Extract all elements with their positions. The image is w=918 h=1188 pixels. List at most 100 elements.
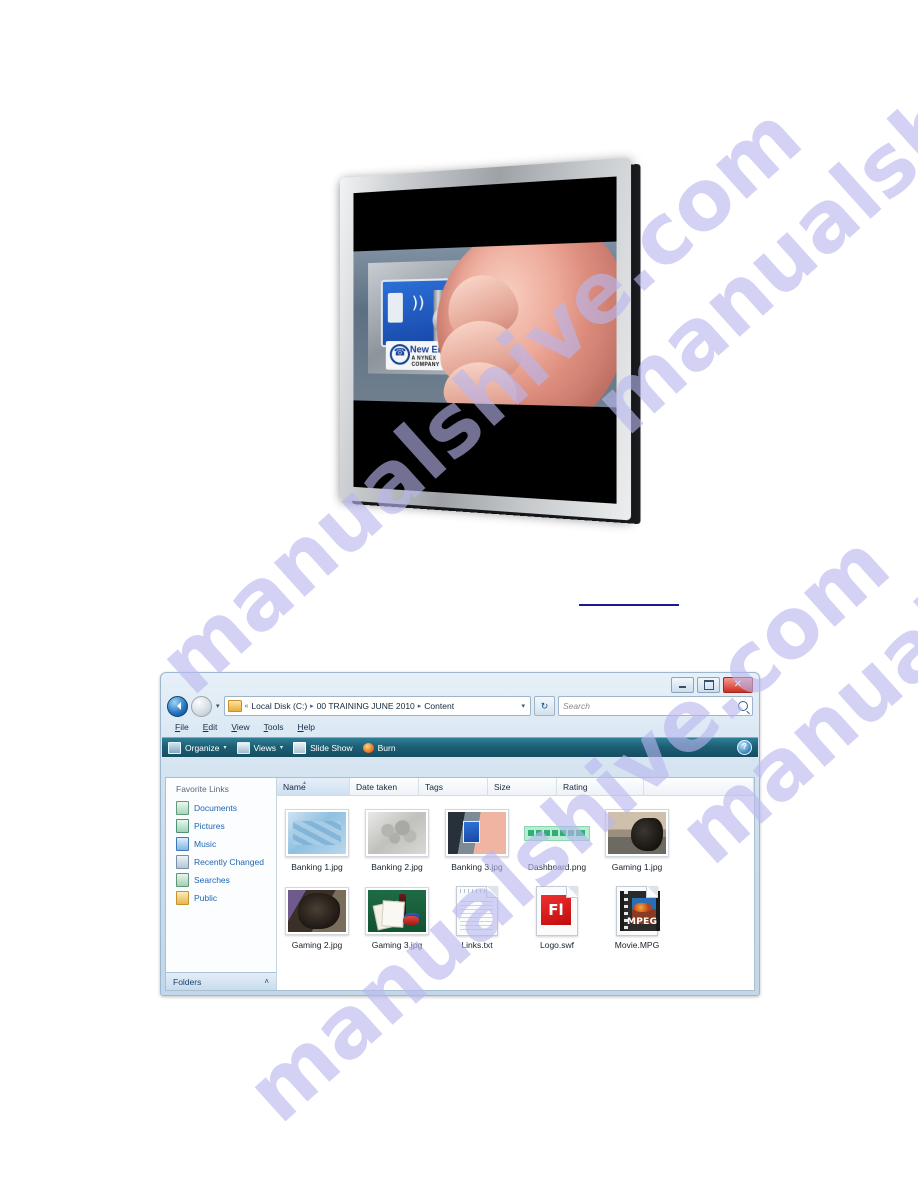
file-item[interactable]: Dashboard.png xyxy=(517,808,597,872)
close-button[interactable]: ✕ xyxy=(723,677,753,693)
playing-cards xyxy=(381,900,405,928)
thumbnail-wrap xyxy=(445,808,509,858)
help-button[interactable]: ? xyxy=(737,740,752,755)
image-preview xyxy=(448,812,506,854)
thumbnail-wrap xyxy=(285,808,349,858)
poker-chip xyxy=(403,916,420,926)
sidebar-title: Favorite Links xyxy=(176,784,229,794)
file-item[interactable]: Fl Logo.swf xyxy=(517,886,597,950)
maximize-button[interactable] xyxy=(697,677,720,693)
window-controls: ✕ xyxy=(671,677,753,693)
file-item[interactable]: Gaming 3.jpg xyxy=(357,886,437,950)
breadcrumb-item-0[interactable]: Local Disk (C:) xyxy=(251,701,307,711)
search-box[interactable]: Search xyxy=(558,696,753,716)
sidebar-item-searches[interactable]: Searches xyxy=(166,871,276,889)
dash-bar xyxy=(552,830,558,836)
screen-image: )) ☎ New Eng A NYNEX COMPANY xyxy=(353,241,617,408)
command-toolbar: Organize ▾ Views ▾ Slide Show Burn ? xyxy=(162,737,758,757)
slideshow-label: Slide Show xyxy=(310,742,353,753)
search-input[interactable]: Search xyxy=(563,701,738,711)
sidebar-item-documents[interactable]: Documents xyxy=(166,799,276,817)
forward-button[interactable] xyxy=(191,695,212,717)
menu-accel: T xyxy=(263,721,268,732)
file-item[interactable]: Gaming 2.jpg xyxy=(277,886,357,950)
minimize-button[interactable] xyxy=(671,677,694,693)
image-preview xyxy=(288,812,346,854)
dash-bar xyxy=(528,830,534,836)
menu-item-tools[interactable]: Tools xyxy=(264,722,284,732)
file-name: Movie.MPG xyxy=(614,940,660,950)
thumbnail xyxy=(285,809,349,857)
column-header-date-taken[interactable]: Date taken xyxy=(350,778,419,795)
folder-icon xyxy=(227,700,242,712)
favorites-sidebar: Favorite Links Documents Pictures Music … xyxy=(166,778,277,990)
column-header-size[interactable]: Size xyxy=(488,778,557,795)
thumbnail xyxy=(445,809,509,857)
burn-button[interactable]: Burn xyxy=(362,742,396,753)
breadcrumb-item-2[interactable]: Content xyxy=(424,701,454,711)
column-header-filler xyxy=(644,778,754,795)
thumbnail-wrap: Fl xyxy=(536,886,578,936)
hyperlink-underline[interactable] xyxy=(579,604,679,606)
mpeg-label: MPEG xyxy=(627,917,658,927)
file-item[interactable]: MPEG Movie.MPG xyxy=(597,886,677,950)
image-preview xyxy=(368,890,426,932)
sidebar-item-recently-changed[interactable]: Recently Changed xyxy=(166,853,276,871)
thumbnail-wrap xyxy=(365,886,429,936)
views-button[interactable]: Views ▾ xyxy=(236,741,283,754)
image-preview xyxy=(368,812,426,854)
thumbnail-wrap xyxy=(456,886,498,936)
sidebar-item-public[interactable]: Public xyxy=(166,889,276,907)
breadcrumb-separator-icon: ▸ xyxy=(310,703,314,710)
file-item[interactable]: Banking 3.jpg xyxy=(437,808,517,872)
refresh-button[interactable]: ↻ xyxy=(534,696,555,716)
menu-item-file[interactable]: File xyxy=(175,722,189,732)
sidebar-item-music[interactable]: Music xyxy=(166,835,276,853)
column-header-name[interactable]: Name ▴ xyxy=(277,778,350,795)
menu-item-view[interactable]: View xyxy=(231,722,249,732)
history-dropdown-icon[interactable]: ▾ xyxy=(216,702,220,710)
column-header-tags[interactable]: Tags xyxy=(419,778,488,795)
file-item[interactable]: Gaming 1.jpg xyxy=(597,808,677,872)
menu-item-help[interactable]: Help xyxy=(298,722,315,732)
back-button[interactable] xyxy=(167,695,188,717)
window-titlebar: ✕ xyxy=(161,673,759,695)
file-pane: Name ▴ Date taken Tags Size Rating Banki… xyxy=(277,778,754,990)
searches-icon xyxy=(176,873,189,887)
menu-accel: H xyxy=(297,721,304,732)
sidebar-item-pictures[interactable]: Pictures xyxy=(166,817,276,835)
bell-logo-icon: ☎ xyxy=(389,344,411,365)
hand xyxy=(436,241,617,408)
views-icon xyxy=(236,741,250,754)
dash-bar xyxy=(576,830,585,836)
organize-icon xyxy=(168,741,181,754)
sidebar-item-label: Documents xyxy=(194,803,237,813)
sidebar-item-label: Recently Changed xyxy=(194,857,264,867)
monitor: )) ☎ New Eng A NYNEX COMPANY xyxy=(340,157,632,521)
sidebar-item-label: Pictures xyxy=(194,821,225,831)
breadcrumb-overflow[interactable]: « xyxy=(245,703,249,710)
dash-bar xyxy=(536,830,542,836)
file-item[interactable]: Links.txt xyxy=(437,886,517,950)
breadcrumb-dropdown-icon[interactable]: ▾ xyxy=(521,702,527,710)
monitor-screen: )) ☎ New Eng A NYNEX COMPANY xyxy=(353,176,617,504)
sort-ascending-icon: ▴ xyxy=(303,780,307,786)
documents-icon xyxy=(176,801,189,815)
thumbnail-wrap xyxy=(605,808,669,858)
folders-label: Folders xyxy=(173,976,202,987)
breadcrumb[interactable]: « Local Disk (C:) ▸ 00 TRAINING JUNE 201… xyxy=(223,696,531,716)
file-item[interactable]: Banking 1.jpg xyxy=(277,808,357,872)
slideshow-button[interactable]: Slide Show xyxy=(293,741,353,754)
organize-button[interactable]: Organize ▾ xyxy=(168,741,227,754)
file-item[interactable]: Banking 2.jpg xyxy=(357,808,437,872)
payphone-handset xyxy=(388,293,403,323)
column-header-rating[interactable]: Rating xyxy=(557,778,644,795)
file-name: Banking 1.jpg xyxy=(291,862,343,872)
menu-item-edit[interactable]: Edit xyxy=(203,722,218,732)
address-bar: ▾ « Local Disk (C:) ▸ 00 TRAINING JUNE 2… xyxy=(167,695,753,717)
folders-pane-toggle[interactable]: Folders ˄ xyxy=(166,972,276,990)
text-file-icon xyxy=(456,886,498,936)
breadcrumb-item-1[interactable]: 00 TRAINING JUNE 2010 xyxy=(317,701,415,711)
slideshow-icon xyxy=(293,741,307,754)
thumbnail xyxy=(365,887,429,935)
